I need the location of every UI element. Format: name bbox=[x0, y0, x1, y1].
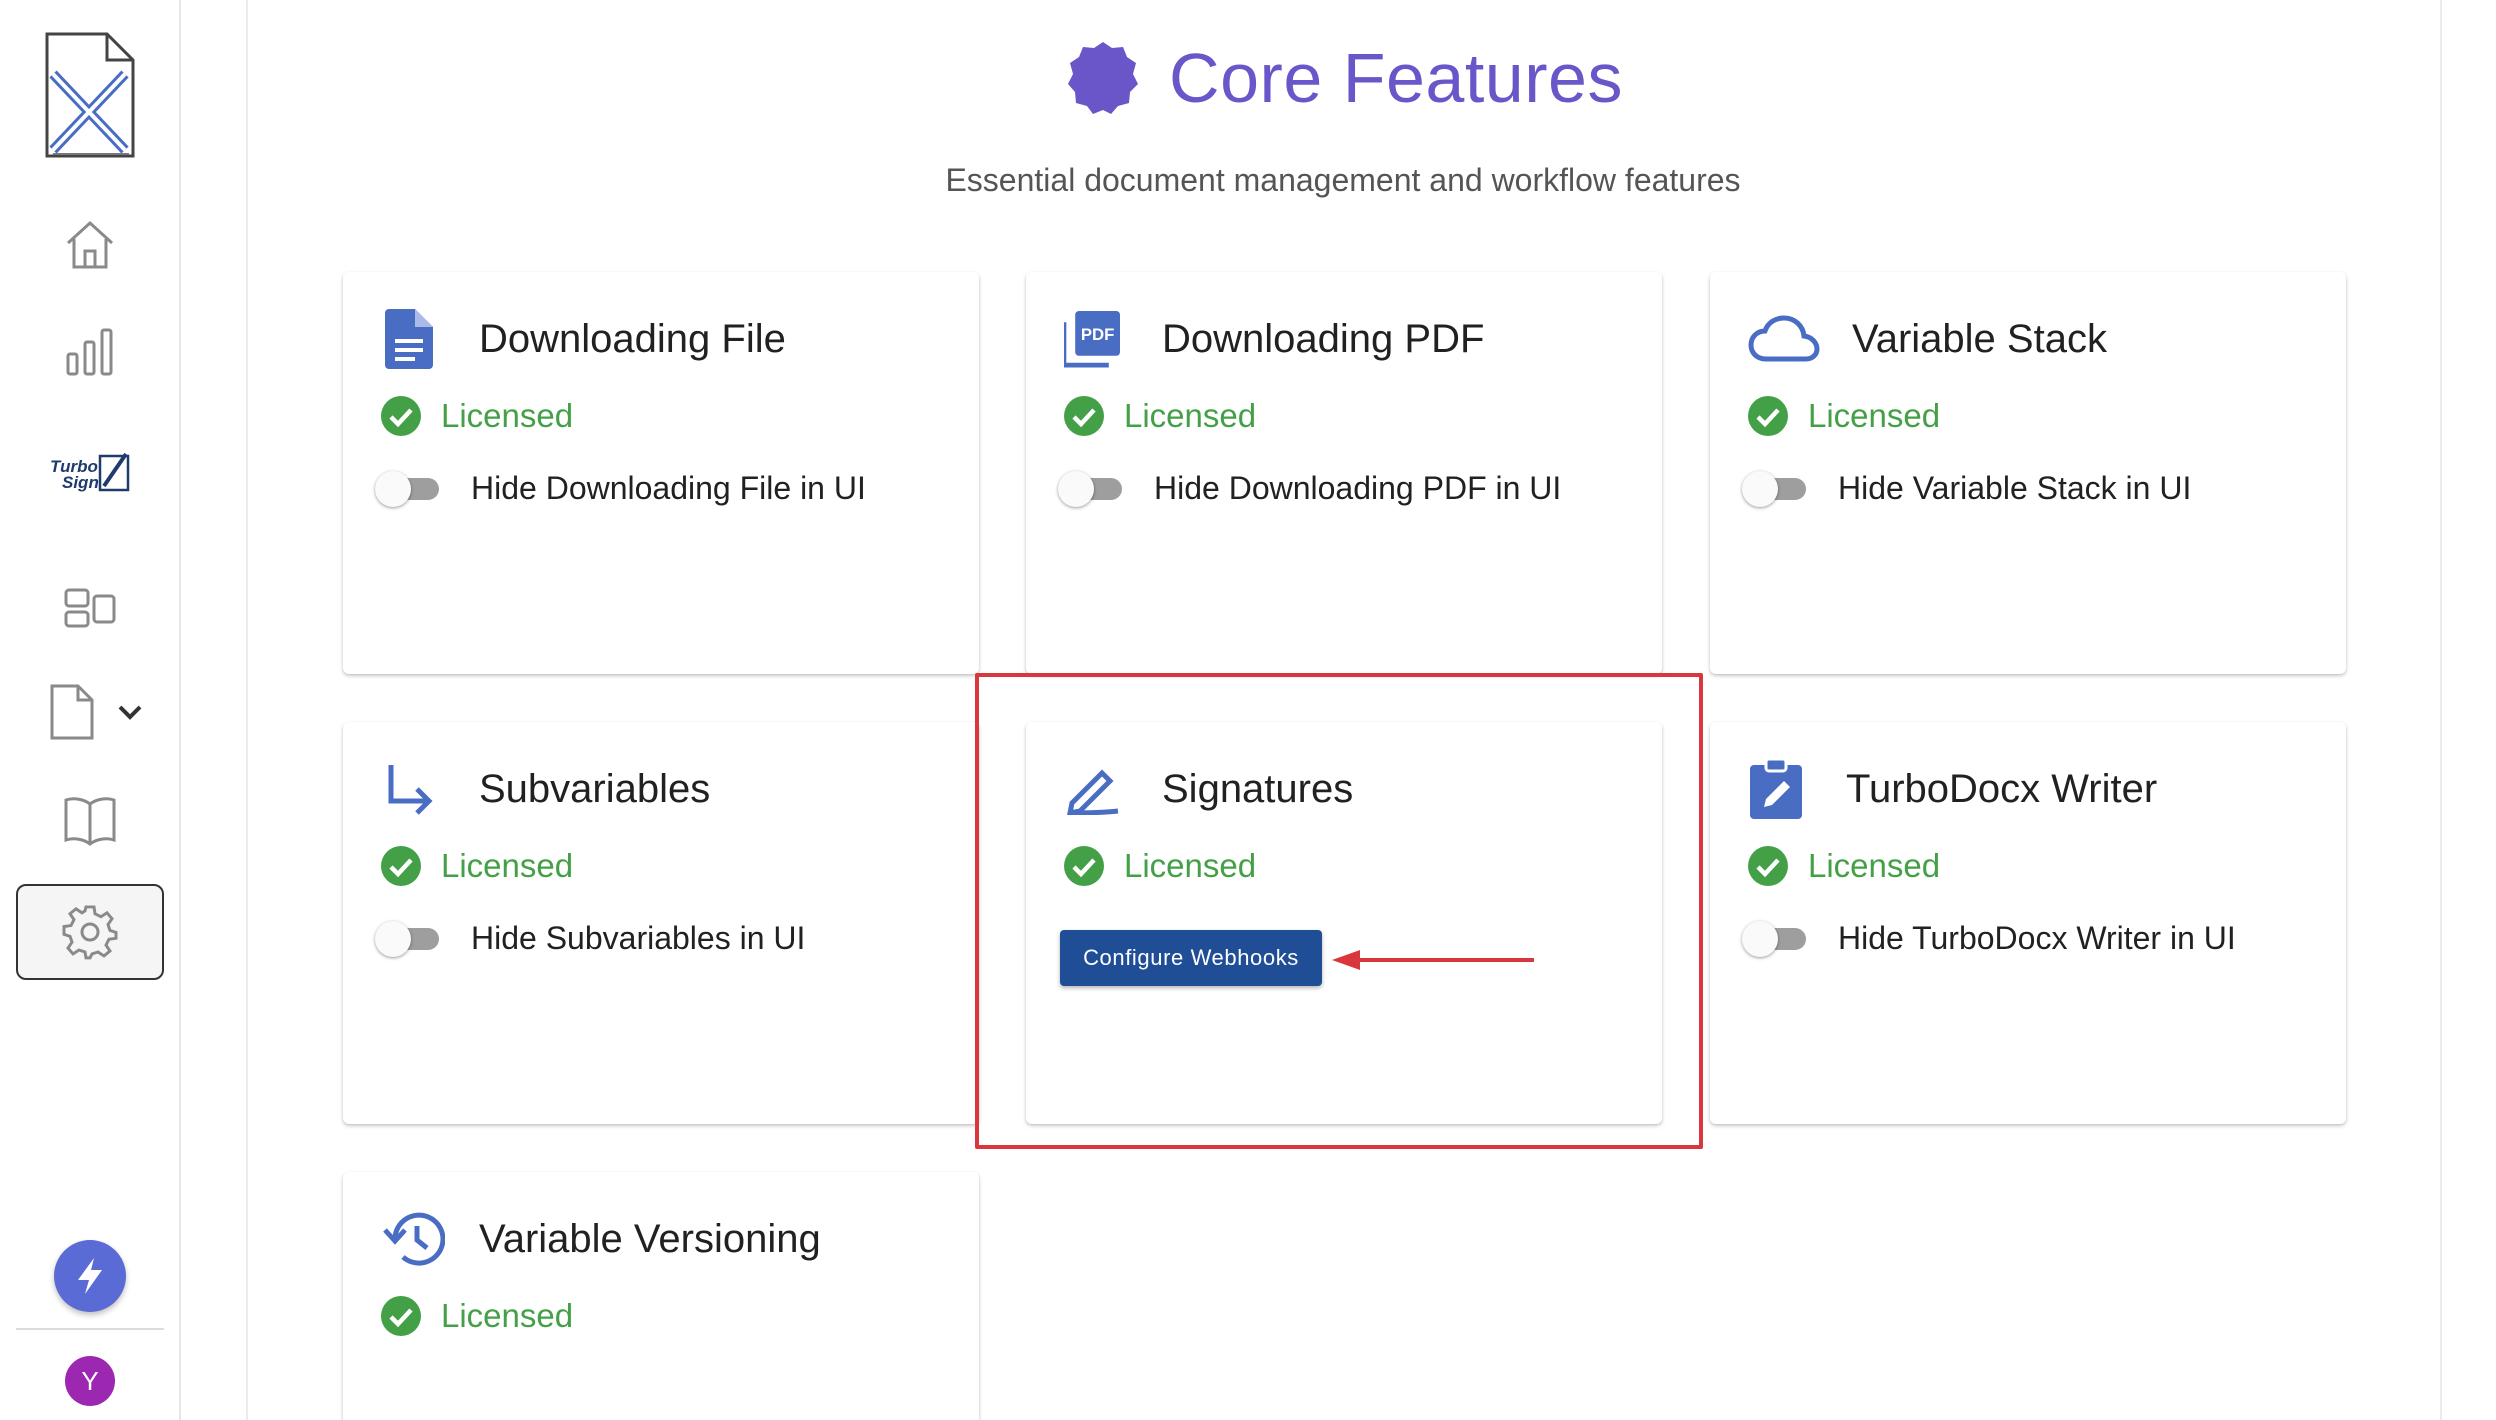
feature-title: Downloading File bbox=[479, 316, 786, 361]
feature-card-downloading-pdf: PDF Downloading PDF Licensed Hide Downlo… bbox=[1026, 272, 1662, 674]
hide-in-ui-toggle[interactable] bbox=[1738, 918, 1808, 958]
toggle-label: Hide TurboDocx Writer in UI bbox=[1838, 919, 2236, 956]
book-icon[interactable] bbox=[58, 790, 122, 850]
hide-in-ui-toggle[interactable] bbox=[1054, 468, 1124, 508]
document-icon[interactable] bbox=[40, 680, 104, 744]
file-document-icon bbox=[381, 308, 437, 370]
feature-card-variable-stack: Variable Stack Licensed Hide Variable St… bbox=[1710, 272, 2346, 674]
feature-card-variable-versioning: Variable Versioning Licensed bbox=[343, 1172, 979, 1420]
svg-text:Sign: Sign bbox=[62, 473, 99, 492]
check-circle-icon bbox=[381, 1296, 421, 1336]
turbosign-logo-icon[interactable]: Turbo Sign bbox=[46, 448, 138, 498]
annotation-arrow-icon bbox=[1332, 950, 1534, 970]
bar-chart-icon[interactable] bbox=[58, 322, 122, 382]
page-title: Core Features bbox=[1169, 39, 1623, 117]
toggle-label: Hide Downloading PDF in UI bbox=[1154, 469, 1562, 506]
app-logo-icon[interactable] bbox=[43, 30, 137, 160]
cloud-icon bbox=[1748, 308, 1820, 370]
toggle-label: Hide Subvariables in UI bbox=[471, 919, 806, 956]
hide-in-ui-toggle[interactable] bbox=[371, 918, 441, 958]
toggle-label: Hide Downloading File in UI bbox=[471, 469, 866, 506]
layout-icon[interactable] bbox=[58, 578, 122, 638]
hide-in-ui-toggle[interactable] bbox=[1738, 468, 1808, 508]
section-header: Core Features bbox=[246, 38, 2440, 118]
check-circle-icon bbox=[381, 396, 421, 436]
subdirectory-arrow-icon bbox=[381, 758, 437, 820]
pdf-icon: PDF bbox=[1064, 308, 1120, 370]
home-icon[interactable] bbox=[58, 215, 122, 275]
feature-title: Downloading PDF bbox=[1162, 316, 1485, 361]
check-circle-icon bbox=[381, 846, 421, 886]
feature-title: Variable Stack bbox=[1852, 316, 2107, 361]
feature-card-downloading-file: Downloading File Licensed Hide Downloadi… bbox=[343, 272, 979, 674]
check-circle-icon bbox=[1748, 396, 1788, 436]
license-status: Licensed bbox=[1808, 397, 1941, 434]
check-circle-icon bbox=[1064, 396, 1104, 436]
lightning-bolt-icon[interactable] bbox=[54, 1240, 126, 1312]
sidebar-divider bbox=[16, 1328, 164, 1330]
feature-title: TurboDocx Writer bbox=[1846, 766, 2158, 811]
license-status: Licensed bbox=[1124, 397, 1257, 434]
svg-text:PDF: PDF bbox=[1081, 325, 1115, 344]
avatar-initial: Y bbox=[81, 1365, 99, 1396]
highlight-annotation-box bbox=[975, 673, 1703, 1149]
check-circle-icon bbox=[1748, 846, 1788, 886]
history-icon bbox=[381, 1208, 445, 1270]
feature-title: Variable Versioning bbox=[479, 1216, 821, 1261]
settings-gear-icon[interactable] bbox=[16, 884, 164, 980]
license-status: Licensed bbox=[1808, 847, 1941, 884]
license-status: Licensed bbox=[441, 1297, 574, 1334]
main-right-border bbox=[2440, 0, 2442, 1420]
clipboard-edit-icon bbox=[1748, 758, 1804, 820]
page-subtitle: Essential document management and workfl… bbox=[945, 162, 1741, 198]
badge-seal-icon bbox=[1068, 42, 1139, 114]
feature-card-subvariables: Subvariables Licensed Hide Subvariables … bbox=[343, 722, 979, 1124]
sidebar: Turbo Sign Y bbox=[0, 0, 181, 1420]
user-avatar[interactable]: Y bbox=[65, 1356, 115, 1406]
hide-in-ui-toggle[interactable] bbox=[371, 468, 441, 508]
feature-card-turbodocx-writer: TurboDocx Writer Licensed Hide TurboDocx… bbox=[1710, 722, 2346, 1124]
toggle-label: Hide Variable Stack in UI bbox=[1838, 469, 2192, 506]
feature-title: Subvariables bbox=[479, 766, 711, 811]
chevron-down-icon[interactable] bbox=[110, 695, 150, 731]
main-left-border bbox=[246, 0, 248, 1420]
license-status: Licensed bbox=[441, 847, 574, 884]
license-status: Licensed bbox=[441, 397, 574, 434]
